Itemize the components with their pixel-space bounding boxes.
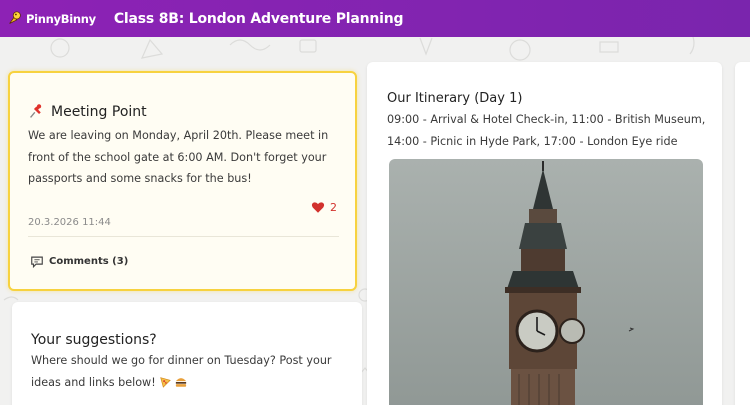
comments-button[interactable]: Comments (3): [30, 255, 128, 268]
post-body-wrapper: Where should we go for dinner on Tuesday…: [31, 350, 341, 393]
post-card-partial[interactable]: [735, 62, 750, 405]
pizza-icon: [160, 376, 172, 388]
comments-label: Comments (3): [49, 256, 129, 267]
pin-logo-icon: [9, 10, 21, 24]
board-title: Class 8B: London Adventure Planning: [113, 10, 404, 27]
post-header: Meeting Point: [28, 103, 147, 120]
big-ben-photo[interactable]: [389, 159, 703, 405]
app-logo[interactable]: PinnyBinny: [6, 10, 96, 28]
post-title: Your suggestions?: [31, 332, 157, 348]
post-title: Meeting Point: [51, 103, 147, 120]
post-body: 09:00 - Arrival & Hotel Check-in, 11:00 …: [387, 113, 706, 148]
post-card-itinerary[interactable]: Our Itinerary (Day 1) 09:00 - Arrival & …: [367, 62, 722, 405]
top-bar: PinnyBinny Class 8B: London Adventure Pl…: [0, 0, 750, 37]
big-ben-illustration: [389, 159, 703, 405]
post-title: Our Itinerary (Day 1): [387, 91, 523, 106]
pushpin-icon: [30, 104, 42, 118]
post-card-suggestions[interactable]: Your suggestions? Where should we go for…: [12, 302, 362, 405]
burger-icon: [175, 377, 186, 387]
comment-icon: [31, 256, 43, 268]
logo-text: PinnyBinny: [26, 11, 96, 26]
post-divider: [28, 236, 339, 237]
post-card-meeting-point[interactable]: Meeting Point We are leaving on Monday, …: [8, 71, 357, 291]
like-button[interactable]: 2: [311, 201, 337, 214]
like-count: 2: [330, 201, 337, 214]
post-timestamp: 20.3.2026 11:44: [28, 217, 111, 228]
post-body: We are leaving on Monday, April 20th. Pl…: [28, 129, 329, 185]
heart-icon: [311, 202, 325, 213]
